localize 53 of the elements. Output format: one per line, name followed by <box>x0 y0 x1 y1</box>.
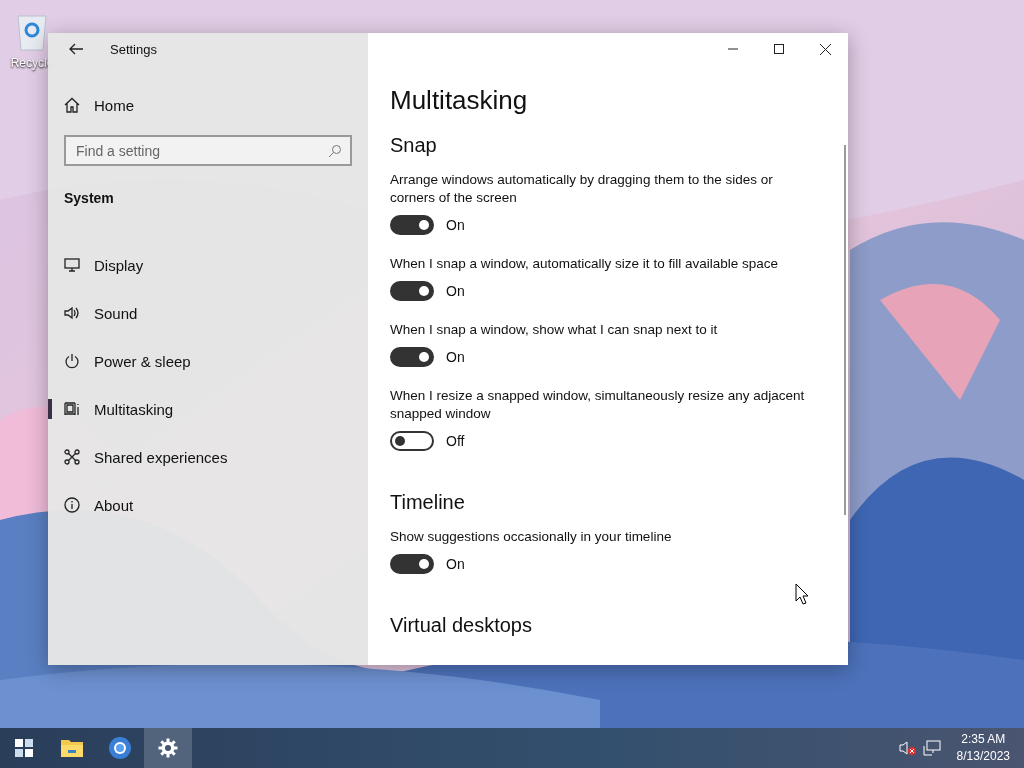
maximize-icon <box>774 44 784 54</box>
section-title: Timeline <box>390 491 466 514</box>
multitasking-icon <box>64 401 80 417</box>
gear-icon <box>158 738 178 758</box>
nav-item[interactable]: Power & sleep <box>48 337 368 385</box>
section-heading: System <box>63 189 115 208</box>
setting-description: When I snap a window, automatically size it to fill available space <box>390 255 779 273</box>
windows-icon <box>15 739 33 757</box>
shared-icon <box>64 449 80 465</box>
toggle-switch[interactable] <box>390 215 434 235</box>
setting-description: When I snap a window, show what I can snap next to it <box>390 321 719 339</box>
muted-speaker-icon[interactable] <box>898 740 917 756</box>
info-icon <box>64 497 80 513</box>
recycle-bin-icon[interactable] <box>14 12 50 52</box>
search-icon <box>328 144 342 158</box>
home-label: Home <box>94 96 134 114</box>
toggle-state: On <box>446 349 465 365</box>
speaker-icon <box>64 305 80 321</box>
setting-description: Show suggestions occasionally in your timeline <box>390 528 673 546</box>
scrollbar[interactable] <box>844 145 846 515</box>
toggle-switch[interactable] <box>390 281 434 301</box>
clock[interactable]: 2:35 AM 8/13/2023 <box>956 731 1010 765</box>
window-title: Settings <box>110 41 157 57</box>
toggle-state: Off <box>446 433 465 449</box>
toggle-switch[interactable] <box>390 554 434 574</box>
search-field[interactable]: Find a setting <box>64 135 352 166</box>
nav-item[interactable]: About <box>48 481 368 529</box>
setting-description: When I resize a snapped window, simultaneously resize any adjacent snapped window <box>390 387 806 423</box>
section-title: Virtual desktops <box>390 614 533 637</box>
monitor-icon <box>64 257 80 273</box>
folder-icon <box>60 738 84 758</box>
nav-item[interactable]: Shared experiences <box>48 433 368 481</box>
desktop-icon-label: Recycle <box>10 56 54 70</box>
network-icon[interactable] <box>922 740 941 756</box>
taskbar-button[interactable] <box>144 728 192 768</box>
browser-icon <box>108 736 132 760</box>
toggle-switch[interactable] <box>390 347 434 367</box>
toggle-switch[interactable] <box>390 431 434 451</box>
page-title: Multitasking <box>390 85 529 116</box>
cursor-icon <box>795 583 809 605</box>
section-title: Snap <box>390 134 438 157</box>
power-icon <box>64 353 80 369</box>
setting-description: Arrange windows automatically by dragging them to the sides or corners of the screen <box>390 171 774 207</box>
toggle-state: On <box>446 217 465 233</box>
nav-item[interactable]: Sound <box>48 289 368 337</box>
toggle-state: On <box>446 283 465 299</box>
close-icon <box>819 43 831 55</box>
arrow-left-icon <box>69 43 83 55</box>
home-icon <box>64 97 80 113</box>
nav-item[interactable]: Display <box>48 241 368 289</box>
nav-item[interactable]: Multitasking <box>48 385 368 433</box>
home-link[interactable]: Home <box>48 81 368 129</box>
toggle-state: On <box>446 556 465 572</box>
